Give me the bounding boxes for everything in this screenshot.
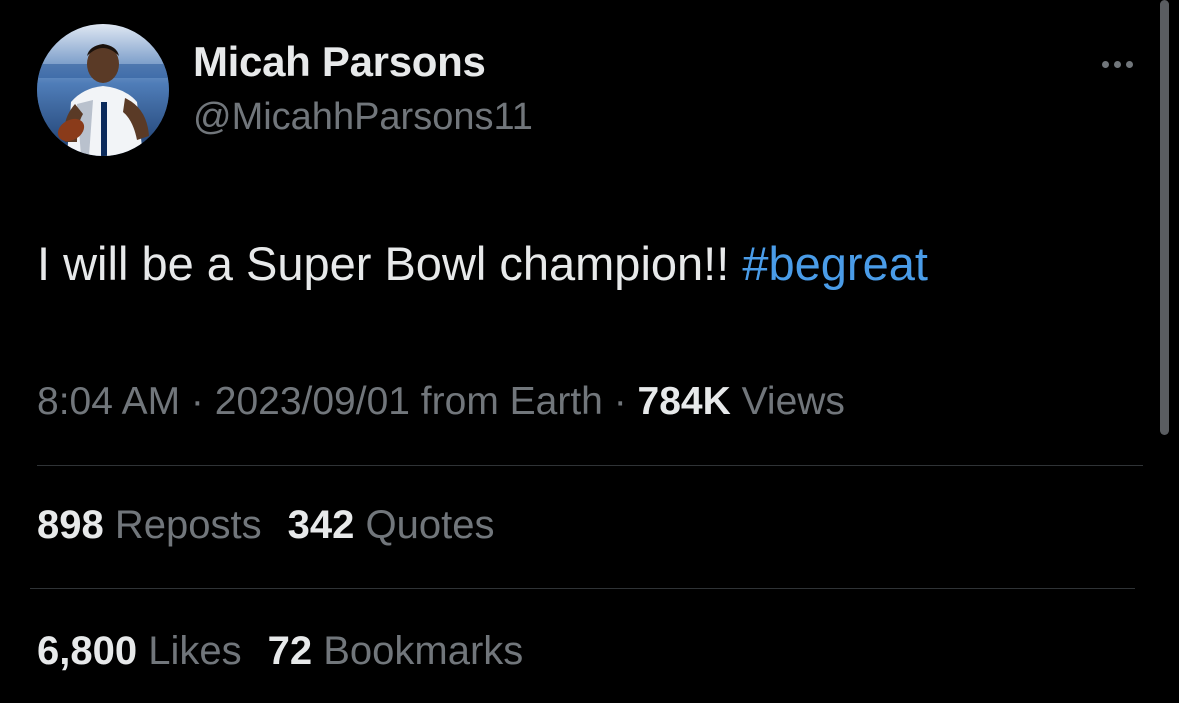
avatar[interactable]: [37, 24, 169, 156]
reposts-count: 898: [37, 503, 104, 547]
views-label[interactable]: Views: [731, 380, 845, 423]
likes-stat[interactable]: 6,800 Likes: [37, 629, 242, 674]
avatar-image: [37, 24, 169, 156]
likes-count: 6,800: [37, 629, 138, 673]
quotes-label: Quotes: [354, 503, 495, 547]
engagement-stats-row: 6,800 Likes 72 Bookmarks: [37, 629, 523, 674]
tweet-text: I will be a Super Bowl champion!! #begre…: [37, 236, 928, 291]
more-options-button[interactable]: [1090, 50, 1144, 78]
divider: [37, 465, 1143, 466]
tweet-date[interactable]: 2023/09/01: [215, 380, 410, 423]
tweet-text-body: I will be a Super Bowl champion!!: [37, 237, 743, 290]
engagement-stats-row: 898 Reposts 342 Quotes: [37, 503, 494, 548]
bookmarks-count: 72: [267, 629, 313, 673]
reposts-label: Reposts: [103, 503, 262, 547]
meta-separator: ·: [602, 380, 638, 423]
meta-separator: ·: [180, 380, 215, 423]
hashtag-link[interactable]: #begreat: [742, 237, 928, 290]
quotes-count: 342: [287, 503, 355, 547]
more-horizontal-icon: [1113, 60, 1121, 68]
scrollbar[interactable]: [1160, 0, 1169, 435]
tweet-metadata: 8:04 AM · 2023/09/01 from Earth · 784K V…: [37, 380, 845, 424]
tweet-detail: Micah Parsons @MicahhParsons11 I will be…: [0, 0, 1179, 703]
views-count[interactable]: 784K: [638, 380, 731, 423]
divider: [30, 588, 1135, 589]
quotes-stat[interactable]: 342 Quotes: [288, 503, 495, 548]
reposts-stat[interactable]: 898 Reposts: [37, 503, 262, 548]
tweet-source: from Earth: [409, 380, 603, 423]
bookmarks-stat[interactable]: 72 Bookmarks: [268, 629, 524, 674]
author-handle[interactable]: @MicahhParsons11: [193, 96, 533, 139]
author-name[interactable]: Micah Parsons: [193, 38, 486, 86]
likes-label: Likes: [137, 629, 242, 673]
more-horizontal-icon: [1125, 60, 1133, 68]
more-horizontal-icon: [1101, 60, 1109, 68]
bookmarks-label: Bookmarks: [312, 629, 524, 673]
tweet-time[interactable]: 8:04 AM: [37, 380, 180, 423]
